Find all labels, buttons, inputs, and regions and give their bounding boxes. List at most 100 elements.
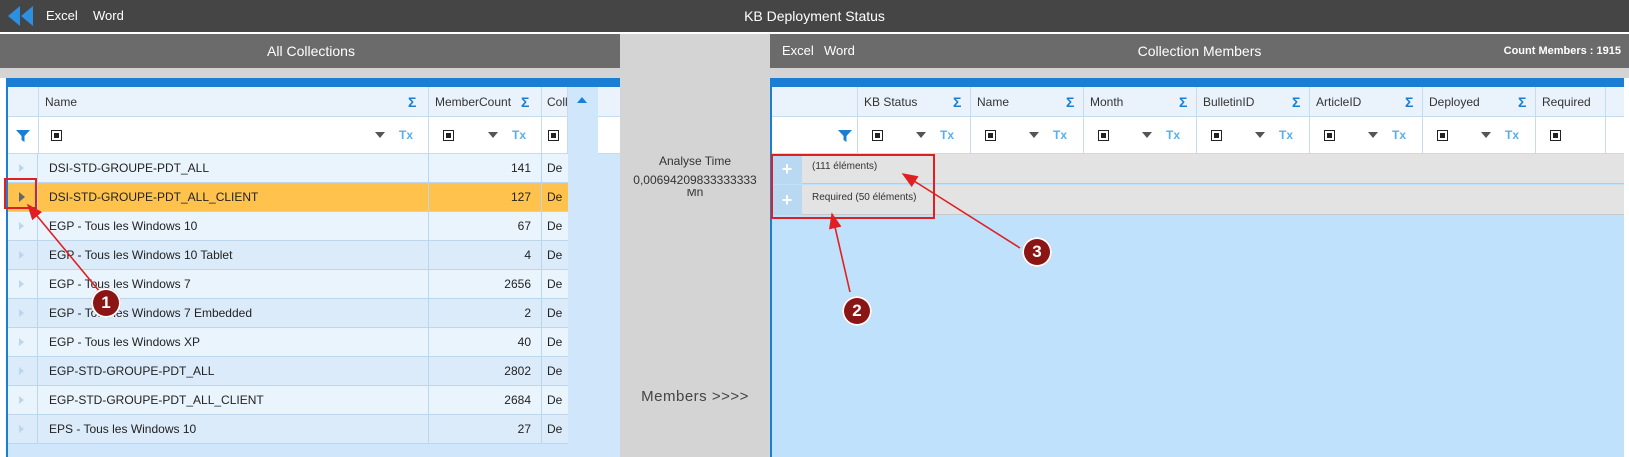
filter-checkbox[interactable] [985,130,996,141]
chevron-down-icon[interactable] [375,132,385,138]
table-row[interactable]: EGP - Tous les Windows 10 67 De [8,212,568,241]
chevron-down-icon[interactable] [1029,132,1039,138]
chevron-down-icon[interactable] [1368,132,1378,138]
clear-filter-icon[interactable]: Tx [940,128,954,142]
filter-checkbox[interactable] [1550,130,1561,141]
row-indicator[interactable] [8,241,38,270]
clear-filter-icon[interactable]: Tx [512,128,526,142]
table-row[interactable]: EGP-STD-GROUPE-PDT_ALL_CLIENT 2684 De [8,386,568,415]
right-word-menu[interactable]: Word [824,34,855,68]
cell-coll: De [547,393,563,407]
filter-checkbox[interactable] [1211,130,1222,141]
sigma-icon[interactable]: Σ [1518,87,1526,117]
row-indicator[interactable] [8,328,38,357]
filter-checkbox[interactable] [548,130,559,141]
col-header-label: Deployed [1429,95,1480,109]
table-row[interactable]: EGP - Tous les Windows 10 Tablet 4 De [8,241,568,270]
col-header-name[interactable]: Name Σ [971,87,1084,117]
table-row[interactable]: EPS - Tous les Windows 10 27 De [8,415,568,444]
sigma-icon[interactable]: Σ [1292,87,1300,117]
row-indicator[interactable] [8,415,38,444]
row-indicator[interactable] [8,212,38,241]
row-indicator[interactable] [8,299,38,328]
sigma-icon[interactable]: Σ [1179,87,1187,117]
row-indicator[interactable] [8,270,38,299]
cell-membercount: 2684 [429,386,542,415]
filter-toggle-cell [8,117,39,154]
row-indicator[interactable] [8,386,38,415]
col-header-kb-status[interactable]: KB Status Σ [858,87,971,117]
word-menu[interactable]: Word [93,0,124,32]
sigma-icon[interactable]: Σ [1066,87,1074,117]
clear-filter-icon[interactable]: Tx [399,128,413,142]
collections-grid: Name Σ MemberCount Σ Coll Tx Tx DSI-STD-… [6,78,620,457]
analyse-time-unit: Mn [686,189,704,197]
members-button[interactable]: Members >>>> [620,388,770,405]
excel-menu[interactable]: Excel [46,0,78,32]
count-members: Count Members : 1915 [1503,45,1621,57]
col-header-coll[interactable]: Coll [542,87,568,117]
back-icon[interactable] [6,4,34,28]
table-row[interactable]: DSI-STD-GROUPE-PDT_ALL_CLIENT 127 De [8,183,568,212]
chevron-down-icon[interactable] [916,132,926,138]
annotation-box-groups [771,154,935,219]
clear-filter-icon[interactable]: Tx [1166,128,1180,142]
cell-name: EGP-STD-GROUPE-PDT_ALL [39,357,429,386]
col-header-required[interactable]: Required [1536,87,1606,117]
filter-checkbox[interactable] [1437,130,1448,141]
filter-toggle-cell [772,117,858,154]
filter-checkbox[interactable] [1324,130,1335,141]
clear-filter-icon[interactable]: Tx [1505,128,1519,142]
grid-band [8,78,620,87]
col-header-month[interactable]: Month Σ [1084,87,1197,117]
clear-filter-icon[interactable]: Tx [1392,128,1406,142]
chevron-down-icon[interactable] [488,132,498,138]
right-spacer [770,68,1629,78]
col-header-label: BulletinID [1203,95,1255,109]
filter-checkbox[interactable] [51,130,62,141]
col-header-deployed[interactable]: Deployed Σ [1423,87,1536,117]
chevron-down-icon[interactable] [1255,132,1265,138]
sigma-icon[interactable]: Σ [408,87,416,117]
collections-filter-row: Tx Tx [8,117,620,154]
cell-name: EPS - Tous les Windows 10 [39,415,429,444]
caret-right-icon [19,338,24,346]
col-header-membercount[interactable]: MemberCount Σ [429,87,542,117]
col-header-coll-label: Coll [547,95,568,109]
filter-checkbox[interactable] [443,130,454,141]
clear-filter-icon[interactable]: Tx [1279,128,1293,142]
cell-coll: De [547,161,563,175]
chevron-down-icon[interactable] [1142,132,1152,138]
col-header-articleid[interactable]: ArticleID Σ [1310,87,1423,117]
chevron-down-icon[interactable] [1481,132,1491,138]
scroll-up-icon[interactable] [577,97,587,103]
middle-panel: Analyse Time 0,00694209833333333 Mn Memb… [620,34,770,457]
vertical-scrollbar[interactable] [568,87,598,457]
coll-filter-cell [542,117,568,154]
table-row[interactable]: EGP - Tous les Windows XP 40 De [8,328,568,357]
right-excel-menu[interactable]: Excel [782,34,814,68]
filter-checkbox[interactable] [1098,130,1109,141]
sigma-icon[interactable]: Σ [953,87,961,117]
col-header-bulletinid[interactable]: BulletinID Σ [1197,87,1310,117]
col-header-membercount-label: MemberCount [435,95,512,109]
cell-membercount: 2802 [429,357,542,386]
caret-right-icon [19,251,24,259]
cell-coll: De [547,248,563,262]
filter-icon[interactable] [838,129,852,143]
sigma-icon[interactable]: Σ [1405,87,1413,117]
clear-filter-icon[interactable]: Tx [1053,128,1067,142]
cell-coll: De [547,422,563,436]
analyse-time-value: 0,00694209833333333 [633,173,757,187]
table-row[interactable]: DSI-STD-GROUPE-PDT_ALL 141 De [8,154,568,183]
table-row[interactable]: EGP-STD-GROUPE-PDT_ALL 2802 De [8,357,568,386]
column-filter-cell: Tx [1084,117,1197,154]
col-header-name[interactable]: Name Σ [39,87,429,117]
filter-icon[interactable] [16,129,30,143]
row-indicator[interactable] [8,357,38,386]
right-panel-header: Excel Word Collection Members Count Memb… [770,34,1629,68]
filter-checkbox[interactable] [872,130,883,141]
sigma-icon[interactable]: Σ [521,87,529,117]
annotation-marker-1: 1 [91,288,121,318]
caret-right-icon [19,367,24,375]
